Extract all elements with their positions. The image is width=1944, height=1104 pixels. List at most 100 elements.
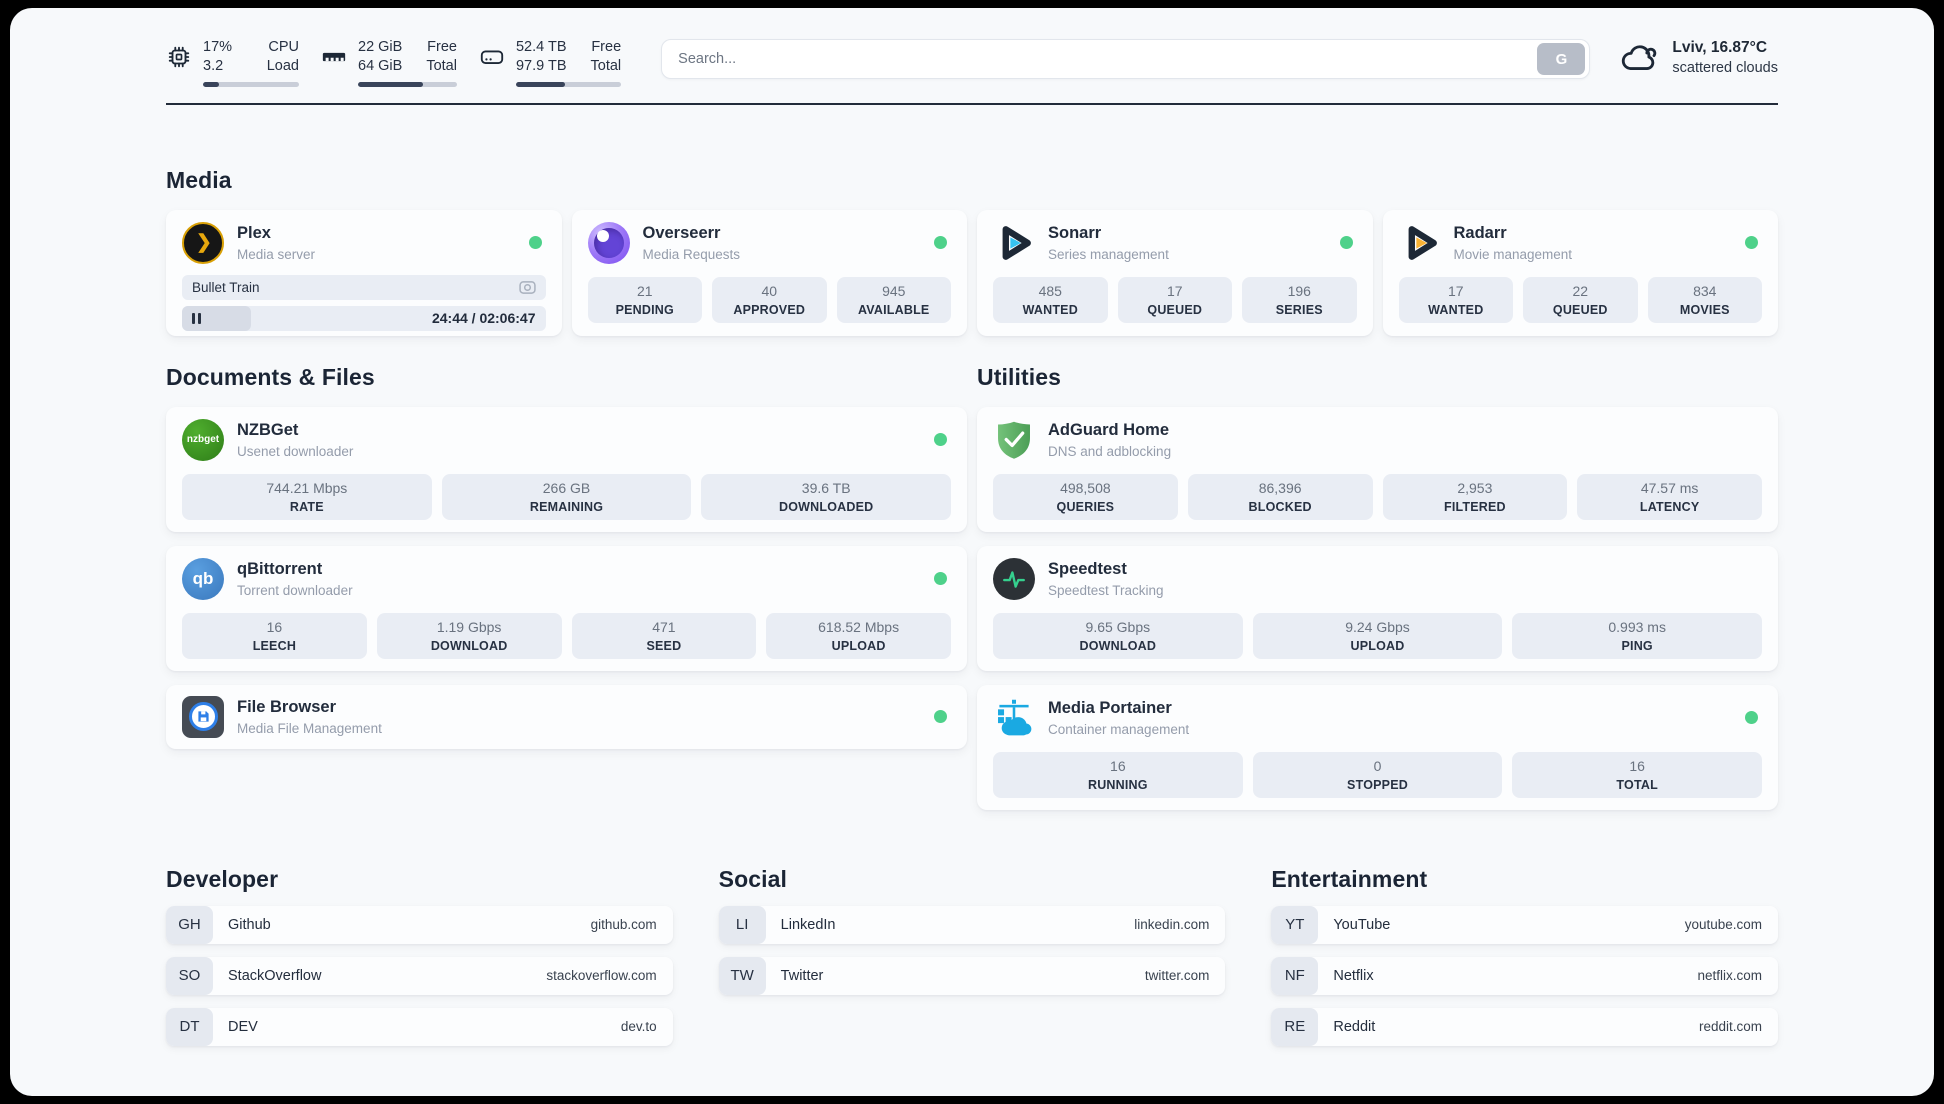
- pause-icon[interactable]: [192, 312, 201, 324]
- app-name: File Browser: [237, 697, 337, 716]
- weather-widget: Lviv, 16.87°C scattered clouds: [1620, 38, 1778, 78]
- stat-box-rate: 744.21 Mbps RATE: [182, 473, 432, 520]
- app-description: Media File Management: [237, 720, 382, 736]
- bookmark-abbr-badge: LI: [718, 905, 766, 944]
- stat-box-queued: 22 QUEUED: [1523, 276, 1638, 323]
- video-camera-icon: [518, 280, 536, 294]
- app-card-portainer[interactable]: Media Portainer Container management 16 …: [977, 684, 1778, 810]
- app-name: Media Portainer: [1048, 698, 1172, 717]
- stat-box-leech: 16 LEECH: [182, 612, 367, 659]
- app-description: Container management: [1048, 721, 1190, 737]
- header-divider: [166, 102, 1778, 105]
- app-description: Media Requests: [642, 246, 741, 262]
- bookmark-name: StackOverflow: [228, 967, 322, 984]
- stat-box-queries: 498,508 QUERIES: [993, 473, 1178, 520]
- stat-box-latency: 47.57 ms LATENCY: [1577, 473, 1762, 520]
- overseerr-icon: [587, 221, 630, 264]
- section-title-developer: Developer: [166, 865, 279, 892]
- ram-stat-widget: 22 GiB 64 GiB Free Total: [321, 38, 457, 87]
- disk-progress-bar: [515, 81, 622, 87]
- app-name: Sonarr: [1048, 223, 1102, 242]
- cpu-usage-value: 17%: [203, 39, 233, 55]
- stat-box-download: 9.65 Gbps DOWNLOAD: [993, 612, 1243, 659]
- header: 17% 3.2 CPU Load 22 GiB 64 GiB Free Tota…: [166, 38, 1778, 87]
- ram-total-label: Total: [426, 57, 457, 74]
- disk-total-value: 97.9 TB: [515, 57, 567, 74]
- app-name: Radarr: [1453, 223, 1507, 242]
- bookmark-youtube[interactable]: YT YouTube youtube.com: [1271, 905, 1779, 944]
- app-card-radarr[interactable]: Radarr Movie management 17 WANTED 22 QUE…: [1382, 209, 1778, 336]
- bookmark-netflix[interactable]: NF Netflix netflix.com: [1271, 956, 1779, 995]
- search-input[interactable]: [676, 50, 1538, 68]
- app-card-plex[interactable]: ❯ Plex Media server Bullet Train 24:44 /…: [166, 209, 562, 336]
- search-bar[interactable]: G: [661, 39, 1591, 79]
- stat-box-wanted: 485 WANTED: [993, 276, 1108, 323]
- media-card-row: ❯ Plex Media server Bullet Train 24:44 /…: [166, 209, 1778, 336]
- app-card-sonarr[interactable]: Sonarr Series management 485 WANTED 17 Q…: [977, 209, 1373, 336]
- stat-box-stopped: 0 STOPPED: [1252, 751, 1503, 798]
- stat-box-pending: 21 PENDING: [587, 276, 702, 323]
- search-engine-button[interactable]: G: [1537, 43, 1586, 75]
- app-card-nzbget[interactable]: nzbget NZBGet Usenet downloader 744.21 M…: [166, 406, 967, 532]
- app-card-adguard[interactable]: AdGuard Home DNS and adblocking 498,508 …: [977, 406, 1778, 532]
- app-card-overseerr[interactable]: Overseerr Media Requests 21 PENDING 40 A…: [571, 209, 967, 336]
- playback-time: 24:44 / 02:06:47: [431, 310, 536, 327]
- speedtest-icon: [993, 557, 1035, 600]
- bookmark-name: YouTube: [1333, 916, 1391, 933]
- bookmark-abbr-badge: GH: [166, 905, 213, 944]
- app-card-speedtest[interactable]: Speedtest Speedtest Tracking 9.65 Gbps D…: [977, 545, 1778, 671]
- weather-condition: scattered clouds: [1672, 59, 1778, 76]
- app-name: AdGuard Home: [1048, 420, 1170, 439]
- bookmark-reddit[interactable]: RE Reddit reddit.com: [1271, 1007, 1779, 1046]
- bookmark-url: netflix.com: [1697, 968, 1763, 984]
- section-title-utilities: Utilities: [977, 363, 1061, 390]
- app-card-filebrowser[interactable]: File Browser Media File Management: [166, 684, 967, 749]
- bookmark-stackoverflow[interactable]: SO StackOverflow stackoverflow.com: [166, 956, 673, 995]
- cpu-icon: [168, 46, 190, 68]
- stat-box-total: 16 TOTAL: [1512, 751, 1763, 798]
- dashboard-page: 17% 3.2 CPU Load 22 GiB 64 GiB Free Tota…: [10, 8, 1934, 1096]
- bookmark-github[interactable]: GH Github github.com: [166, 905, 673, 944]
- developer-column: Developer GH Github github.com SO StackO…: [166, 866, 673, 1046]
- app-card-qbittorrent[interactable]: qb qBittorrent Torrent downloader 16 LEE…: [166, 545, 967, 671]
- bookmark-abbr-badge: DT: [166, 1007, 213, 1046]
- bookmark-twitter[interactable]: TW Twitter twitter.com: [718, 956, 1226, 995]
- bookmark-name: Reddit: [1333, 1018, 1376, 1035]
- app-description: Media server: [237, 246, 316, 262]
- section-title-social: Social: [718, 865, 788, 892]
- now-playing-title-bar: Bullet Train: [182, 274, 546, 300]
- stat-box-available: 945 AVAILABLE: [836, 276, 951, 323]
- cpu-progress-bar: [203, 81, 299, 87]
- disk-stat-widget: 52.4 TB 97.9 TB Free Total: [479, 38, 622, 87]
- ram-progress-bar: [358, 81, 457, 87]
- nzbget-icon: nzbget: [182, 418, 224, 461]
- weather-location: Lviv, 16.87°C: [1672, 39, 1768, 56]
- portainer-icon: [993, 697, 1035, 739]
- stat-box-filtered: 2,953 FILTERED: [1382, 473, 1568, 520]
- app-description: Series management: [1048, 246, 1169, 262]
- bookmark-dev[interactable]: DT DEV dev.to: [166, 1007, 673, 1046]
- section-title-documents: Documents & Files: [166, 363, 375, 390]
- adguard-icon: [993, 419, 1035, 461]
- bookmark-linkedin[interactable]: LI LinkedIn linkedin.com: [718, 905, 1226, 944]
- ram-icon: [322, 52, 346, 62]
- stat-box-ping: 0.993 ms PING: [1512, 612, 1763, 659]
- bookmark-name: DEV: [228, 1018, 258, 1035]
- now-playing-title: Bullet Train: [192, 279, 260, 295]
- social-column: Social LI LinkedIn linkedin.com TW Twitt…: [718, 865, 1226, 1046]
- status-online-dot: [1339, 236, 1353, 250]
- radarr-icon: [1399, 222, 1441, 264]
- seek-bar[interactable]: 24:44 / 02:06:47: [182, 305, 546, 331]
- app-description: Torrent downloader: [237, 582, 353, 598]
- qbittorrent-icon: qb: [182, 557, 224, 600]
- stat-box-running: 16 RUNNING: [993, 751, 1243, 798]
- bookmark-abbr-badge: TW: [718, 956, 766, 995]
- filebrowser-icon: [182, 695, 224, 738]
- disk-total-label: Total: [590, 57, 622, 74]
- status-online-dot: [934, 236, 947, 250]
- documents-column: Documents & Files nzbget NZBGet Usenet d…: [166, 364, 967, 810]
- bookmark-abbr-badge: SO: [166, 956, 213, 995]
- bookmark-url: dev.to: [620, 1019, 657, 1035]
- cpu-label: CPU: [268, 39, 299, 55]
- bookmark-name: Twitter: [780, 967, 824, 984]
